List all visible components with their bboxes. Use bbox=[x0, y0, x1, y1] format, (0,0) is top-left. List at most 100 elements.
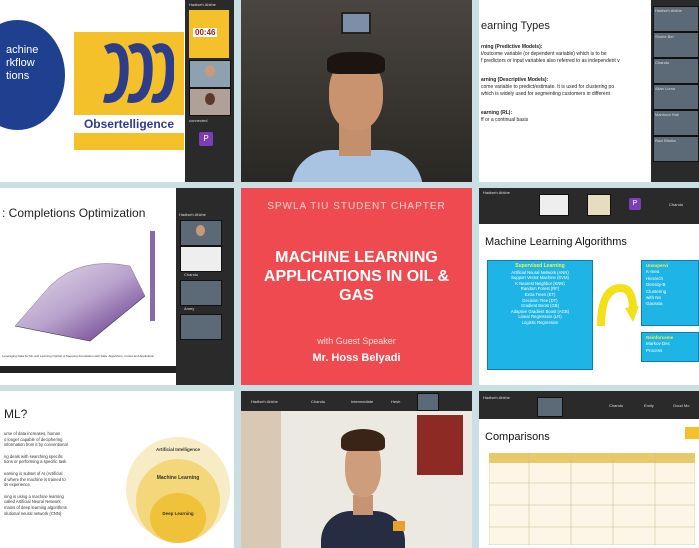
participant-video: Hadiseh Ahkhe bbox=[653, 6, 699, 32]
slide-line: rning (Predictive Models): bbox=[481, 44, 543, 50]
video-tile-9[interactable]: Hadiseh Ahkhe Chandu Emily Good Mo Compa… bbox=[479, 391, 699, 548]
video-tile-3[interactable]: earning Types rning (Predictive Models):… bbox=[479, 0, 699, 182]
participant-video bbox=[180, 280, 222, 306]
wall-picture bbox=[341, 12, 371, 34]
timer-label: 00:46 bbox=[193, 28, 218, 37]
supervised-box: Supervised Learning Artificial Neural Ne… bbox=[487, 260, 593, 370]
participant-video bbox=[539, 194, 569, 216]
slide-body: rning (Predictive Models): t/outcome var… bbox=[481, 44, 651, 124]
shirt-badge bbox=[393, 521, 405, 531]
participant-video bbox=[189, 88, 231, 116]
participant-video bbox=[180, 220, 222, 246]
slide-line: earning (RL): bbox=[481, 110, 513, 116]
slide-line: olutional neural network (CNN) bbox=[4, 510, 62, 516]
participant-name: Hesh bbox=[391, 399, 401, 404]
participant-video bbox=[417, 393, 439, 411]
participant-strip: Hadiseh Ahkhe P Chandu bbox=[479, 188, 699, 224]
unsupervised-box: Unsupervi K-mea Hierarch Density-B Clust… bbox=[641, 260, 699, 326]
participant-video bbox=[189, 60, 231, 88]
participant-name: Hadiseh Ahkhe bbox=[483, 190, 510, 195]
participant-name: Manhout Hali bbox=[655, 112, 679, 117]
company-logo-icon bbox=[103, 43, 174, 103]
video-tile-4[interactable]: : Completions Optimization Leveraging Da… bbox=[0, 188, 234, 385]
workflow-text: achine rkflow tions bbox=[6, 44, 38, 83]
slide-heading: Comparisons bbox=[485, 431, 550, 443]
participant-video: Shohe Bel bbox=[653, 32, 699, 58]
participant-video bbox=[587, 194, 611, 216]
participant-name: Hadiseh Ahkhe bbox=[251, 399, 278, 404]
slide-heading: earning Types bbox=[481, 20, 550, 32]
participant-name: Allan Luma bbox=[655, 86, 676, 91]
participant-name: Hadiseh Ahkhe bbox=[655, 8, 682, 13]
video-tile-6[interactable]: Hadiseh Ahkhe P Chandu Machine Learning … bbox=[479, 188, 699, 385]
algorithm-item: Process bbox=[646, 347, 663, 353]
slide-line: information from it by conventional bbox=[4, 442, 68, 448]
participant-name: Good Mo bbox=[673, 403, 690, 408]
ring-label: Deep Learning bbox=[162, 511, 194, 516]
person-hair bbox=[341, 429, 385, 451]
slide-line: its experience. bbox=[4, 482, 31, 488]
participant-name: Chandu bbox=[311, 399, 326, 404]
participant-video: Ravi Bhutta bbox=[653, 136, 699, 162]
slide-line: f predictors or input variables also ref… bbox=[481, 58, 620, 64]
algorithm-item: Logistic Regression bbox=[521, 319, 559, 325]
share-toolbar bbox=[0, 366, 176, 373]
event-title: MACHINE LEARNING APPLICATIONS IN OIL & G… bbox=[263, 249, 450, 304]
slide-line: t/outcome variable (or dependent variabl… bbox=[481, 51, 607, 57]
video-tile-speaker[interactable] bbox=[241, 0, 472, 182]
slide-line: arning (Descriptive Models): bbox=[481, 77, 549, 83]
ring-label: Machine Learning bbox=[156, 475, 200, 481]
slide-line: come variable to predict/estimate. It is… bbox=[481, 84, 615, 90]
workflow-line: tions bbox=[6, 70, 30, 82]
participant-name: connected bbox=[189, 118, 208, 123]
slide-heading: Machine Learning Algorithms bbox=[485, 236, 627, 248]
participant-name: Hadiseh Ahkhe bbox=[189, 2, 216, 7]
participant-video bbox=[537, 397, 563, 417]
slide-caption: Leveraging Data for ML and Learning Opti… bbox=[2, 354, 155, 358]
participant-name: Intermediate bbox=[351, 399, 374, 404]
participant-video: Allan Luma bbox=[653, 84, 699, 110]
shared-slide: achine rkflow tions Obsertelligence bbox=[0, 0, 185, 182]
arrow-icon bbox=[597, 283, 639, 327]
dl-ring bbox=[150, 493, 206, 543]
participant-name: Chandu bbox=[609, 403, 624, 408]
wall-picture bbox=[417, 415, 463, 475]
reinforcement-box: Reinforceme Markov Dec Process bbox=[641, 332, 699, 362]
slide-heading: : Completions Optimization bbox=[2, 206, 146, 220]
workflow-line: achine bbox=[6, 44, 39, 56]
slide-heading: ML? bbox=[4, 407, 28, 421]
logo-badge bbox=[685, 427, 699, 439]
company-name: Obsertelligence bbox=[74, 115, 184, 133]
video-tile-1[interactable]: achine rkflow tions Obsertelligence Hadi… bbox=[0, 0, 234, 182]
speaker-name: Mr. Hoss Belyadi bbox=[312, 352, 401, 364]
participant-name: Hadiseh Ahkhe bbox=[179, 212, 206, 217]
participant-panel: Hadiseh Ahkhe Shohe Bel Chandu Allan Lum… bbox=[651, 0, 699, 182]
event-title-card: SPWLA TIU STUDENT CHAPTER MACHINE LEARNI… bbox=[241, 188, 472, 385]
avatar[interactable]: P bbox=[199, 132, 213, 146]
participant-name: Chandu bbox=[655, 60, 670, 65]
avatar[interactable]: P bbox=[629, 198, 641, 210]
slide-line: ff or a continual basis bbox=[481, 117, 529, 123]
ring-label: Artificial Intelligence bbox=[155, 447, 200, 452]
participant-name: Hadiseh Ahkhe bbox=[483, 395, 510, 400]
video-tile-7[interactable]: ML? ume of data increases, human o longe… bbox=[0, 391, 234, 548]
participant-panel: Hadiseh Ahkhe Chandu Amey bbox=[176, 188, 234, 385]
participant-video: Chandu bbox=[653, 58, 699, 84]
participant-panel: Hadiseh Ahkhe 00:46 connected P bbox=[185, 0, 234, 182]
participant-strip: Hadiseh Ahkhe Chandu Intermediate Hesh bbox=[241, 391, 472, 411]
event-name: SPWLA TIU STUDENT CHAPTER bbox=[267, 201, 446, 212]
guest-label: with Guest Speaker bbox=[317, 336, 396, 346]
video-tile-8[interactable]: Hadiseh Ahkhe Chandu Intermediate Hesh bbox=[241, 391, 472, 548]
participant-video: 00:46 bbox=[189, 10, 229, 58]
surface-plot-icon bbox=[14, 231, 155, 342]
participant-name: Chandu bbox=[184, 272, 199, 277]
participant-name: Chandu bbox=[669, 202, 684, 207]
participant-video: Manhout Hali bbox=[653, 110, 699, 136]
slide-body: ume of data increases, human o longer ca… bbox=[4, 431, 122, 516]
participant-name: Ravi Bhutta bbox=[655, 138, 676, 143]
participant-name: Amey bbox=[184, 306, 195, 311]
participant-video bbox=[180, 246, 222, 272]
participant-name: Emily bbox=[644, 403, 654, 408]
participant-name: Shohe Bel bbox=[655, 34, 674, 39]
shared-slide: earning Types rning (Predictive Models):… bbox=[479, 0, 651, 182]
